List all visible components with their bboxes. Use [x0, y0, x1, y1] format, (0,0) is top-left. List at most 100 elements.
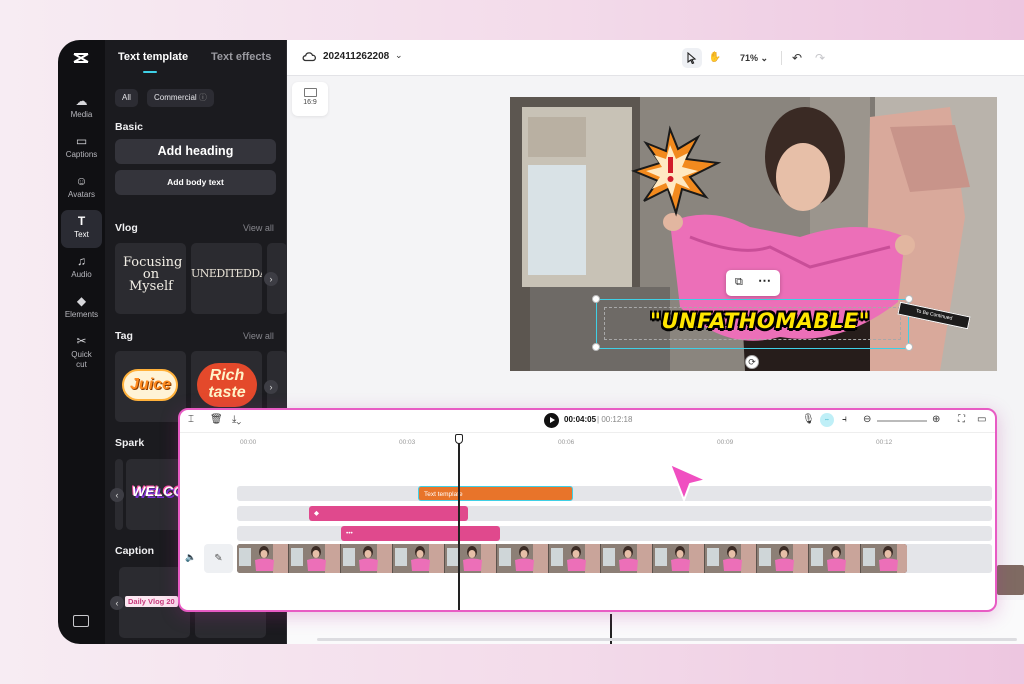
shapes-icon: ◆: [76, 294, 87, 308]
microphone-icon[interactable]: 🎙: [802, 414, 815, 425]
scissors-icon: ✂: [76, 334, 87, 348]
pointer-icon: [687, 51, 697, 65]
play-button[interactable]: [544, 413, 559, 428]
tag-view-all-link[interactable]: View all: [243, 331, 274, 341]
offscreen-video-clip: [997, 565, 1024, 595]
tab-text-template[interactable]: Text template: [118, 51, 188, 63]
more-options-icon[interactable]: ⋯: [758, 273, 771, 289]
template-thumb-juice[interactable]: Juice: [115, 351, 186, 422]
aspect-ratio-button[interactable]: 16:9: [292, 82, 328, 116]
track-volume-icon[interactable]: 🔈: [185, 552, 196, 563]
text-icon: T: [77, 214, 86, 228]
template-thumb-unedited[interactable]: UNEDITEDDAY: [191, 243, 262, 314]
filter-all[interactable]: All: [115, 89, 138, 107]
split-screen-icon[interactable]: ⫞: [842, 414, 847, 425]
pink-clip-2[interactable]: •••: [341, 526, 500, 541]
rail-text[interactable]: T Text: [61, 210, 102, 248]
ruler-label-3: 00:03: [399, 439, 416, 446]
delete-icon[interactable]: 🗑: [210, 414, 223, 425]
zoom-dropdown[interactable]: 71% ⌄: [735, 48, 773, 68]
project-name[interactable]: 202411262208: [323, 51, 389, 62]
filter-commercial[interactable]: Commercial ⓘ: [147, 89, 214, 107]
project-menu-chevron-icon[interactable]: ⌄: [395, 50, 403, 61]
total-time-value: 00:12:18: [601, 415, 633, 424]
cloud-upload-icon: ☁: [75, 94, 88, 108]
rail-media[interactable]: ☁ Media: [61, 90, 102, 128]
preview-canvas[interactable]: "UNFATHOMABLE" ⧉ ⋯ ⟳ To Be Continued: [510, 97, 997, 371]
timeline-panel: ⌶ 🗑 ⤓⌄ 00:04:05 | 00:12:18 🎙 ⇔ ⫞ ⊖ ⊕ ⛶ ▭…: [178, 408, 997, 612]
rail-quick-cut[interactable]: ✂ Quick cut: [61, 330, 102, 374]
info-icon: ⓘ: [198, 93, 207, 102]
section-basic-title: Basic: [115, 121, 144, 133]
template-thumb-unedited-text: UNEDITEDDAY: [191, 267, 262, 280]
template-thumb-daily-vlog-text: Daily Vlog 20: [125, 596, 178, 607]
rail-captions[interactable]: ▭ Captions: [61, 130, 102, 168]
rail-avatars[interactable]: ☺ Avatars: [61, 170, 102, 208]
hand-tool-button[interactable]: ✋: [705, 48, 725, 68]
spark-prev-arrow-icon[interactable]: ‹: [110, 488, 124, 502]
redo-button[interactable]: ↷: [810, 48, 830, 68]
video-clip[interactable]: [237, 544, 907, 573]
rail-text-label: Text: [74, 230, 89, 239]
vlog-next-arrow-icon[interactable]: ›: [264, 272, 278, 286]
ruler-label-9: 00:09: [717, 439, 734, 446]
text-template-clip[interactable]: Text template: [418, 486, 573, 501]
duplicate-icon[interactable]: ⧉: [735, 276, 743, 289]
rotate-handle-icon[interactable]: ⟳: [745, 355, 759, 369]
pink-clip-1[interactable]: ◆: [309, 506, 468, 521]
resize-handle-bl[interactable]: [592, 343, 600, 351]
fit-screen-icon[interactable]: ⛶: [958, 414, 965, 425]
timeline-toolbar: ⌶ 🗑 ⤓⌄ 00:04:05 | 00:12:18 🎙 ⇔ ⫞ ⊖ ⊕ ⛶ ▭: [180, 410, 995, 432]
zoom-out-icon[interactable]: ⊖: [863, 414, 871, 425]
filter-commercial-label: Commercial: [154, 93, 197, 102]
left-rail: ☁ Media ▭ Captions ☺ Avatars T Text ♫ Au…: [58, 40, 105, 644]
section-vlog-title: Vlog: [115, 222, 138, 234]
tag-next-arrow-icon[interactable]: ›: [264, 380, 278, 394]
ruler-label-12: 00:12: [876, 439, 893, 446]
playhead-handle[interactable]: [455, 434, 463, 444]
resize-handle-tr[interactable]: [905, 295, 913, 303]
keyboard-icon[interactable]: [73, 615, 89, 627]
cloud-icon[interactable]: [302, 50, 316, 62]
text-track[interactable]: [237, 486, 992, 501]
section-spark-title: Spark: [115, 437, 145, 449]
add-heading-button[interactable]: Add heading: [115, 139, 276, 164]
overlay-text-unfathomable[interactable]: "UNFATHOMABLE": [650, 309, 870, 333]
capcut-logo-icon[interactable]: [71, 48, 91, 68]
auto-snap-toggle-icon[interactable]: ⇔: [820, 413, 834, 427]
timeline-scrollbar[interactable]: [317, 638, 1017, 641]
text-context-menu: ⧉ ⋯: [726, 270, 780, 296]
section-caption-title: Caption: [115, 545, 155, 557]
select-tool-button[interactable]: [682, 48, 702, 68]
resize-handle-tl[interactable]: [592, 295, 600, 303]
music-note-icon: ♫: [77, 254, 86, 268]
template-thumb-rich-taste-text: Rich taste: [208, 367, 246, 401]
template-thumb-juice-text: Juice: [130, 376, 171, 393]
resize-handle-br[interactable]: [905, 343, 913, 351]
split-icon[interactable]: ⌶: [188, 414, 194, 425]
zoom-chevron-icon: ⌄: [760, 53, 769, 63]
zoom-slider[interactable]: [877, 420, 927, 422]
zoom-in-icon[interactable]: ⊕: [932, 414, 940, 425]
rail-quick-cut-label: Quick cut: [71, 350, 92, 369]
download-icon[interactable]: ⤓⌄: [232, 414, 241, 425]
tab-text-effects[interactable]: Text effects: [211, 51, 271, 63]
vlog-view-all-link[interactable]: View all: [243, 223, 274, 233]
undo-icon: ↶: [791, 51, 803, 65]
rail-elements[interactable]: ◆ Elements: [61, 290, 102, 328]
timeline-playhead[interactable]: [458, 434, 460, 610]
rail-audio[interactable]: ♫ Audio: [61, 250, 102, 288]
add-body-text-button[interactable]: Add body text: [115, 170, 276, 195]
edit-cover-button[interactable]: ✎: [204, 544, 233, 573]
aspect-ratio-label: 16:9: [303, 99, 317, 106]
ruler-label-0: 00:00: [240, 439, 257, 446]
template-thumb-focusing[interactable]: Focusing on Myself: [115, 243, 186, 314]
caption-prev-arrow-icon[interactable]: ‹: [110, 596, 124, 610]
undo-button[interactable]: ↶: [787, 48, 807, 68]
total-time: | 00:12:18: [597, 415, 633, 424]
active-tab-indicator: [143, 71, 157, 73]
section-tag-title: Tag: [115, 330, 133, 342]
pink-cursor-icon: [669, 463, 707, 501]
avatar-icon: ☺: [75, 174, 88, 188]
caption-toggle-icon[interactable]: ▭: [977, 414, 986, 425]
